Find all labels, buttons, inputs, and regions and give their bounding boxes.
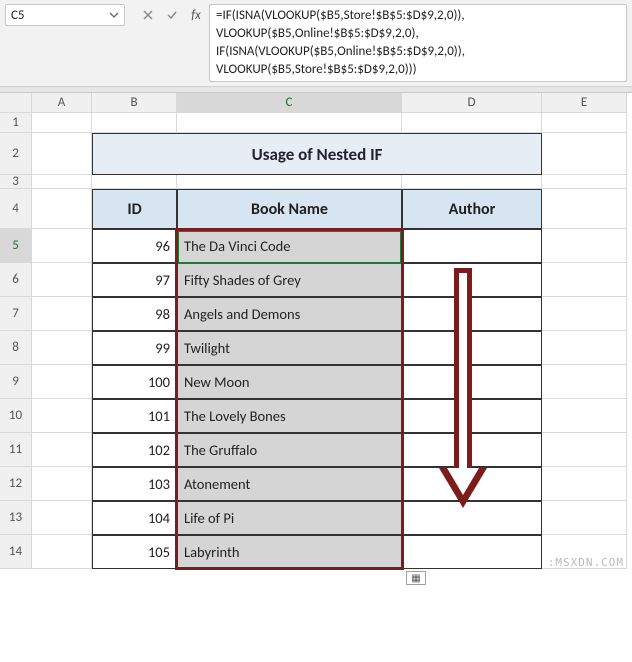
cell-id[interactable]: 98 [92, 297, 177, 331]
cell[interactable] [32, 535, 92, 569]
header-author[interactable]: Author [402, 189, 542, 229]
cell[interactable] [542, 399, 627, 433]
header-name[interactable]: Book Name [177, 189, 402, 229]
cell[interactable] [92, 175, 177, 189]
cell[interactable] [32, 263, 92, 297]
row-head-10[interactable]: 10 [0, 399, 32, 433]
formula-bar-buttons: fx [135, 4, 209, 26]
cell[interactable] [92, 113, 177, 133]
cell-book-name[interactable]: Labyrinth [177, 535, 402, 569]
header-id[interactable]: ID [92, 189, 177, 229]
cell[interactable] [542, 133, 627, 175]
formula-input[interactable]: =IF(ISNA(VLOOKUP($B5,Store!$B$5:$D$9,2,0… [209, 4, 627, 82]
cell[interactable] [32, 433, 92, 467]
row-head-6[interactable]: 6 [0, 263, 32, 297]
cell[interactable] [32, 113, 92, 133]
cell-author[interactable] [402, 229, 542, 263]
cell[interactable] [177, 113, 402, 133]
cell[interactable] [542, 175, 627, 189]
row-head-2[interactable]: 2 [0, 133, 32, 175]
row-head-12[interactable]: 12 [0, 467, 32, 501]
cell[interactable] [402, 175, 542, 189]
cell-book-name[interactable]: Fifty Shades of Grey [177, 263, 402, 297]
cell-book-name[interactable]: Angels and Demons [177, 297, 402, 331]
name-box[interactable]: C5 [5, 4, 125, 26]
cell-author[interactable] [402, 535, 542, 569]
cell-book-name[interactable]: New Moon [177, 365, 402, 399]
cell-book-name[interactable]: Twilight [177, 331, 402, 365]
autofill-options-icon[interactable]: ▦ [406, 571, 426, 585]
cell[interactable] [542, 263, 627, 297]
check-icon[interactable] [163, 6, 181, 24]
cell-book-name[interactable]: Life of Pi [177, 501, 402, 535]
cell[interactable] [32, 133, 92, 175]
cell[interactable] [542, 433, 627, 467]
cell[interactable] [542, 297, 627, 331]
formula-bar: C5 fx =IF(ISNA(VLOOKUP($B5,Store!$B$5:$D… [0, 0, 632, 87]
row-head-14[interactable]: 14 [0, 535, 32, 569]
cell[interactable] [542, 331, 627, 365]
cell[interactable] [32, 189, 92, 229]
cell[interactable] [542, 229, 627, 263]
cell-reference: C5 [11, 8, 25, 23]
cell[interactable] [32, 331, 92, 365]
row-head-9[interactable]: 9 [0, 365, 32, 399]
cell[interactable] [542, 113, 627, 133]
cell-id[interactable]: 97 [92, 263, 177, 297]
cell-book-name[interactable]: The Gruffalo [177, 433, 402, 467]
cell[interactable] [32, 365, 92, 399]
watermark: :MSXDN.COM [548, 556, 624, 569]
col-head-A[interactable]: A [32, 93, 92, 113]
cell[interactable] [177, 175, 402, 189]
cell[interactable] [32, 467, 92, 501]
chevron-down-icon[interactable] [109, 10, 119, 20]
col-head-C[interactable]: C [177, 93, 402, 113]
title-cell[interactable]: Usage of Nested IF [92, 133, 542, 175]
cell-id[interactable]: 101 [92, 399, 177, 433]
cell[interactable] [32, 501, 92, 535]
cell[interactable] [32, 229, 92, 263]
select-all-corner[interactable] [0, 93, 32, 113]
row-head-7[interactable]: 7 [0, 297, 32, 331]
row-head-1[interactable]: 1 [0, 113, 32, 133]
col-head-D[interactable]: D [402, 93, 542, 113]
cell-id[interactable]: 103 [92, 467, 177, 501]
cell-id[interactable]: 100 [92, 365, 177, 399]
cell-book-name[interactable]: Atonement [177, 467, 402, 501]
cell[interactable] [542, 365, 627, 399]
down-arrow-annotation [443, 268, 483, 508]
cancel-icon[interactable] [139, 6, 157, 24]
row-head-5[interactable]: 5 [0, 229, 32, 263]
row-head-3[interactable]: 3 [0, 175, 32, 189]
row-head-4[interactable]: 4 [0, 189, 32, 229]
cell-id[interactable]: 102 [92, 433, 177, 467]
cell[interactable] [402, 113, 542, 133]
cell-book-name[interactable]: The Lovely Bones [177, 399, 402, 433]
cell[interactable] [542, 467, 627, 501]
spreadsheet-grid: A B C D E 1 2 Usage of Nested IF 3 4 ID … [0, 93, 632, 569]
column-headers: A B C D E [0, 93, 632, 113]
cell[interactable] [32, 297, 92, 331]
cell-id[interactable]: 96 [92, 229, 177, 263]
cell[interactable] [542, 501, 627, 535]
cell-id[interactable]: 104 [92, 501, 177, 535]
cell-id[interactable]: 99 [92, 331, 177, 365]
fx-icon[interactable]: fx [187, 6, 205, 24]
col-head-E[interactable]: E [542, 93, 627, 113]
cell-id[interactable]: 105 [92, 535, 177, 569]
cell[interactable] [542, 189, 627, 229]
autofill-icon: ▦ [411, 576, 420, 580]
cell-book-name[interactable]: The Da Vinci Code [177, 229, 402, 263]
row-head-13[interactable]: 13 [0, 501, 32, 535]
row-head-8[interactable]: 8 [0, 331, 32, 365]
cell[interactable] [32, 175, 92, 189]
row-head-11[interactable]: 11 [0, 433, 32, 467]
col-head-B[interactable]: B [92, 93, 177, 113]
cell[interactable] [32, 399, 92, 433]
